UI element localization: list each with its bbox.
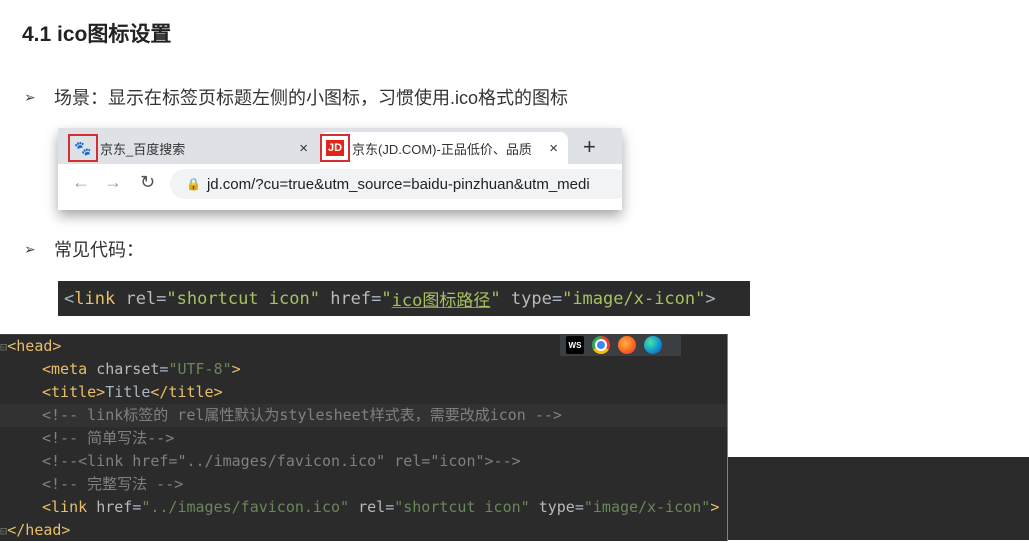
tab-title: 京东(JD.COM)-正品低价、品质 — [352, 141, 532, 157]
baidu-paw-icon: 🐾 — [68, 134, 98, 162]
bullet-scene: ➢ 场景：显示在标签页标题左侧的小图标，习惯使用.ico格式的图标 — [24, 84, 568, 110]
close-icon[interactable]: × — [549, 140, 558, 157]
code-line: <!-- 完整写法 --> — [42, 475, 184, 493]
edge-icon[interactable] — [644, 336, 662, 354]
address-bar[interactable]: 🔒 jd.com/?cu=true&utm_source=baidu-pinzh… — [170, 169, 622, 199]
code-line: ⊟<head> — [0, 337, 62, 355]
bullet-arrow-icon: ➢ — [24, 240, 36, 257]
chrome-icon[interactable] — [592, 336, 610, 354]
code-snippet: < link rel = "shortcut icon" href = " ico图标路径 "… — [58, 281, 750, 316]
bullet-text: 常见代码： — [54, 240, 144, 260]
browser-screenshot: 🐾 京东_百度搜索 × JD 京东(JD.COM)-正品低价、品质 × + ← … — [58, 128, 622, 210]
tab-baidu[interactable]: 🐾 京东_百度搜索 × — [68, 132, 318, 164]
code-line: <title>Title</title> — [42, 383, 223, 401]
code-line: <!--<link href="../images/favicon.ico" r… — [42, 452, 521, 470]
code-line: <meta charset="UTF-8"> — [42, 360, 241, 378]
forward-arrow-icon[interactable]: → — [104, 172, 122, 193]
code-editor[interactable]: ⊟<head> <meta charset="UTF-8"> <title>Ti… — [0, 334, 728, 541]
page-title: 4.1 ico图标设置 — [22, 23, 172, 46]
back-arrow-icon[interactable]: ← — [72, 172, 90, 193]
bullet-code: ➢ 常见代码： — [24, 236, 144, 262]
url-text: jd.com/?cu=true&utm_source=baidu-pinzhua… — [206, 175, 590, 193]
tab-jd[interactable]: JD 京东(JD.COM)-正品低价、品质 × — [320, 132, 568, 164]
tab-title: 京东_百度搜索 — [100, 141, 186, 157]
firefox-icon[interactable] — [618, 336, 636, 354]
code-line: ⊟</head> — [0, 521, 71, 539]
code-line-highlighted: <!-- link标签的 rel属性默认为stylesheet样式表，需要改成i… — [0, 404, 727, 427]
editor-background-panel — [728, 457, 1029, 540]
tab-strip: 🐾 京东_百度搜索 × JD 京东(JD.COM)-正品低价、品质 × + — [58, 128, 622, 164]
reload-icon[interactable]: ↻ — [140, 172, 155, 193]
close-icon[interactable]: × — [299, 140, 308, 157]
bullet-arrow-icon: ➢ — [24, 88, 36, 105]
new-tab-button[interactable]: + — [583, 134, 596, 160]
browser-toolbar: ← → ↻ 🔒 jd.com/?cu=true&utm_source=baidu… — [58, 164, 622, 210]
lock-icon[interactable]: 🔒 — [186, 177, 201, 191]
browser-preview-icons: WS — [560, 334, 681, 356]
jd-logo-icon: JD — [320, 134, 350, 162]
bullet-text: 场景：显示在标签页标题左侧的小图标，习惯使用.ico格式的图标 — [54, 88, 569, 108]
code-line: <link href="../images/favicon.ico" rel="… — [42, 498, 720, 516]
ws-icon[interactable]: WS — [566, 336, 584, 354]
code-line: <!-- 简单写法--> — [42, 429, 175, 447]
